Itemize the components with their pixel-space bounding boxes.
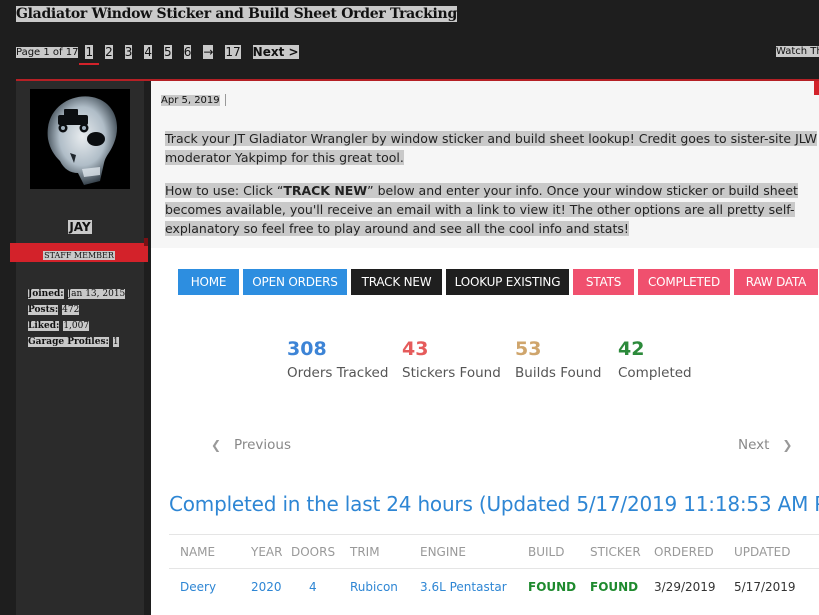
pagination: Page 1 of 17 1 2 3 4 5 6 → 17 Next > [16,43,299,65]
page-info: Page 1 of 17 [16,46,79,58]
table-header-row: NAME YEAR DOORS TRIM ENGINE BUILD STICKE… [169,534,819,569]
username[interactable]: JAY [16,220,144,234]
stat-label: Orders Tracked [287,365,389,381]
cell-engine[interactable]: 3.6L Pentastar [420,569,528,605]
staff-member-badge: STAFF MEMBER [10,243,148,262]
stat-liked: Liked: 1,007 [28,321,90,331]
completed-orders-table: NAME YEAR DOORS TRIM ENGINE BUILD STICKE… [169,534,819,605]
chevron-left-icon: ❮ [211,438,222,452]
stat-label: Builds Found [515,365,602,381]
page-link-3[interactable]: 3 [124,45,133,59]
stat-value: 42 [618,338,645,360]
date-separator [224,94,226,106]
badge-ribbon-fold [144,238,148,246]
col-build: BUILD [528,534,590,569]
stat-builds-found: 53 Builds Found [515,337,601,381]
post-paragraph-1: Track your JT Gladiator Wrangler by wind… [165,131,817,165]
watch-thread-link[interactable]: Watch Th [776,46,819,57]
chevron-right-icon: ❯ [782,438,793,452]
cell-year[interactable]: 2020 [251,569,291,605]
post-body: Track your JT Gladiator Wrangler by wind… [165,129,819,252]
col-sticker: STICKER [590,534,654,569]
page-link-2[interactable]: 2 [105,45,113,59]
cell-build-status: FOUND [528,579,577,594]
stat-orders-tracked: 308 Orders Tracked [287,337,388,381]
page-jump-arrow[interactable]: → [203,45,214,59]
nav-home-button[interactable]: HOME [178,269,239,295]
page-link-1[interactable]: 1 [79,45,99,65]
user-stats: Joined: Jan 13, 2015 Posts: 472 Liked: 1,00… [28,286,126,350]
page-link-5[interactable]: 5 [164,45,172,59]
table-row[interactable]: Deery 2020 4 Rubicon 3.6L Pentastar FOUN… [169,569,819,605]
nav-open-orders-button[interactable]: OPEN ORDERS [243,269,347,295]
next-button[interactable]: Next ❯ [738,437,792,453]
tracker-nav: HOME OPEN ORDERS TRACK NEW LOOKUP EXISTI… [178,269,819,295]
post-paragraph-2: How to use: Click “TRACK NEW” below and … [165,183,798,236]
col-doors: DOORS [291,534,350,569]
col-name: NAME [169,534,251,569]
col-engine: ENGINE [420,534,528,569]
cell-updated: 5/17/2019 [734,579,796,594]
stat-joined: Joined: Jan 13, 2015 [28,289,126,299]
post-corner-marker [814,81,819,95]
page-link-4[interactable]: 4 [144,45,153,59]
col-year: YEAR [251,534,291,569]
post-date[interactable]: Apr 5, 2019 [161,94,226,106]
user-sidebar: JAY STAFF MEMBER Joined: Jan 13, 2015 Pos… [10,81,148,615]
cell-name[interactable]: Deery [169,569,251,605]
stat-garage-profiles: Garage Profiles: 1 [28,337,119,347]
nav-completed-button[interactable]: COMPLETED [638,269,730,295]
stat-value: 308 [287,338,327,360]
col-trim: TRIM [350,534,420,569]
stat-value: 43 [402,338,429,360]
stat-completed: 42 Completed [618,337,692,381]
xray-skull-image [30,89,130,189]
nav-lookup-existing-button[interactable]: LOOKUP EXISTING [446,269,569,295]
stat-value: 53 [515,338,542,360]
stat-posts: Posts: 472 [28,305,80,315]
page-link-6[interactable]: 6 [183,45,192,59]
previous-button[interactable]: ❮ Previous [211,437,291,453]
cell-ordered: 3/29/2019 [654,579,716,594]
col-ordered: ORDERED [654,534,734,569]
cell-doors[interactable]: 4 [291,569,350,605]
nav-raw-data-button[interactable]: RAW DATA [734,269,818,295]
thread-title: Gladiator Window Sticker and Build Sheet… [16,6,457,22]
page-link-17[interactable]: 17 [225,45,241,59]
stat-label: Stickers Found [402,365,501,381]
avatar[interactable] [30,89,130,189]
order-tracker-embed: HOME OPEN ORDERS TRACK NEW LOOKUP EXISTI… [151,248,819,615]
stat-label: Completed [618,365,692,381]
nav-track-new-button[interactable]: TRACK NEW [351,269,442,295]
col-updated: UPDATED [734,534,819,569]
next-page-link[interactable]: Next > [252,45,299,59]
cell-trim[interactable]: Rubicon [350,569,420,605]
nav-stats-button[interactable]: STATS [573,269,634,295]
stat-stickers-found: 43 Stickers Found [402,337,501,381]
completed-section-title: Completed in the last 24 hours (Updated … [169,492,819,516]
cell-sticker-status: FOUND [590,579,639,594]
